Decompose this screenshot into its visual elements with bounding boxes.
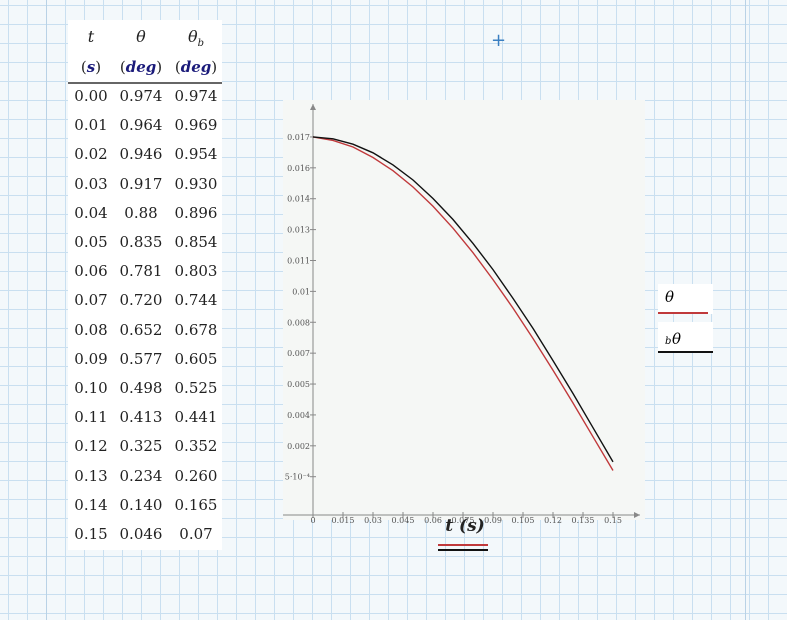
y-axis-arrow-icon <box>310 104 316 110</box>
y-tick-label: 0.005 <box>287 380 310 389</box>
table-cell: 0.140 <box>119 495 163 514</box>
table-cell: 0.260 <box>174 466 218 485</box>
y-tick-label: 0.011 <box>287 256 310 265</box>
table-cell: 0.441 <box>174 408 218 427</box>
y-tick-label: 0.007 <box>287 349 310 358</box>
table-cell: 0.803 <box>174 262 218 281</box>
table-cell: 0.969 <box>174 116 218 135</box>
table-cell: 0.01 <box>74 116 108 135</box>
table-cell: 0.325 <box>119 437 163 456</box>
x-axis-arrow-icon <box>634 512 640 518</box>
x-tick-label: 0.15 <box>604 516 622 525</box>
x-tick-label: 0 <box>310 516 315 525</box>
y-tick-label: 0.004 <box>287 411 310 420</box>
legend-label-theta-b: θb <box>665 326 681 348</box>
column-header: t <box>87 27 95 46</box>
legend-label-theta: θ <box>665 288 675 306</box>
table-cell: 0.946 <box>119 145 163 164</box>
table-cell: 0.13 <box>74 466 108 485</box>
table-cell: 0.720 <box>119 291 163 310</box>
table-cell: 0.930 <box>174 174 218 193</box>
legend-item-theta-b[interactable]: θb <box>658 322 713 353</box>
x-tick-label: 0.015 <box>332 516 355 525</box>
y-tick-label: 0.016 <box>287 164 310 173</box>
y-tick-label: 0.017 <box>287 133 310 142</box>
legend-subscript: b <box>665 336 672 347</box>
x-tick-label: 0.105 <box>512 516 535 525</box>
y-tick-label: 0.01 <box>292 287 310 296</box>
table-cell: 0.577 <box>119 349 163 368</box>
y-tick-label: 0.014 <box>287 195 310 204</box>
series-line-theta <box>312 136 614 471</box>
y-tick-label: 0.013 <box>287 226 310 235</box>
crosshair-cursor-icon: + <box>491 30 507 51</box>
column-header-subscript: b <box>197 38 205 50</box>
table-cell: 0.04 <box>74 203 108 222</box>
table-cell: 0.352 <box>174 437 218 456</box>
table-cell: 0.05 <box>74 233 108 251</box>
table-cell: 0.974 <box>174 87 218 105</box>
table-cell: 0.917 <box>119 174 163 193</box>
legend-item-theta[interactable]: θ <box>658 284 713 314</box>
table-cell: 0.835 <box>119 233 163 251</box>
y-tick-label: 0.002 <box>287 442 310 451</box>
table-cell: 0.12 <box>74 437 108 456</box>
table-cell: 0.02 <box>74 145 108 164</box>
table-cell: 0.09 <box>74 349 108 368</box>
legend-line-theta <box>658 312 708 314</box>
table-cell: 0.165 <box>174 495 218 514</box>
table-cell: 0.11 <box>74 408 108 427</box>
y-tick-label: 5·10⁻⁴ <box>285 473 310 482</box>
table-cell: 0.07 <box>179 525 213 543</box>
series-line-theta-b <box>312 136 614 463</box>
column-unit: (deg) <box>174 58 218 76</box>
x-axis-label[interactable]: t (s) <box>430 516 500 536</box>
table-cell: 0.413 <box>119 408 163 427</box>
table-cell: 0.498 <box>119 379 163 397</box>
table-cell: 0.07 <box>74 291 108 310</box>
column-header: θb <box>187 27 205 50</box>
column-unit: (deg) <box>119 58 163 76</box>
table-cell: 0.525 <box>174 379 218 397</box>
table-cell: 0.678 <box>174 320 218 339</box>
x-tick-label: 0.03 <box>364 516 382 525</box>
y-tick-label: 0.008 <box>287 318 310 327</box>
legend-symbol: θ <box>672 330 682 348</box>
table-cell: 0.781 <box>119 262 163 281</box>
x-tick-label: 0.12 <box>544 516 562 525</box>
table-cell: 0.744 <box>174 291 218 310</box>
table-cell: 0.15 <box>74 525 108 543</box>
table-cell: 0.605 <box>174 349 218 368</box>
table-cell: 0.00 <box>74 87 108 105</box>
x-tick-label: 0.045 <box>392 516 415 525</box>
table-cell: 0.854 <box>174 233 218 251</box>
table-cell: 0.652 <box>119 320 163 339</box>
table-cell: 0.08 <box>74 320 108 339</box>
x-axis-trace-underline-theta <box>438 544 488 546</box>
x-tick-label: 0.135 <box>572 516 595 525</box>
table-cell: 0.964 <box>119 116 163 135</box>
table-cell: 0.974 <box>119 87 163 105</box>
table-cell: 0.234 <box>119 466 163 485</box>
table-cell: 0.03 <box>74 174 108 193</box>
column-header: θ <box>136 27 146 46</box>
x-axis-trace-underline-theta-b <box>438 549 488 551</box>
column-unit: (s) <box>80 58 102 76</box>
table-cell: 0.10 <box>74 379 108 397</box>
table-cell: 0.06 <box>74 262 108 281</box>
table-cell: 0.896 <box>174 203 218 222</box>
legend-line-theta-b <box>658 351 713 353</box>
table-cell: 0.14 <box>74 495 108 514</box>
table-cell: 0.954 <box>174 145 218 164</box>
table-cell: 0.046 <box>119 525 163 543</box>
table-cell: 0.88 <box>124 203 158 222</box>
